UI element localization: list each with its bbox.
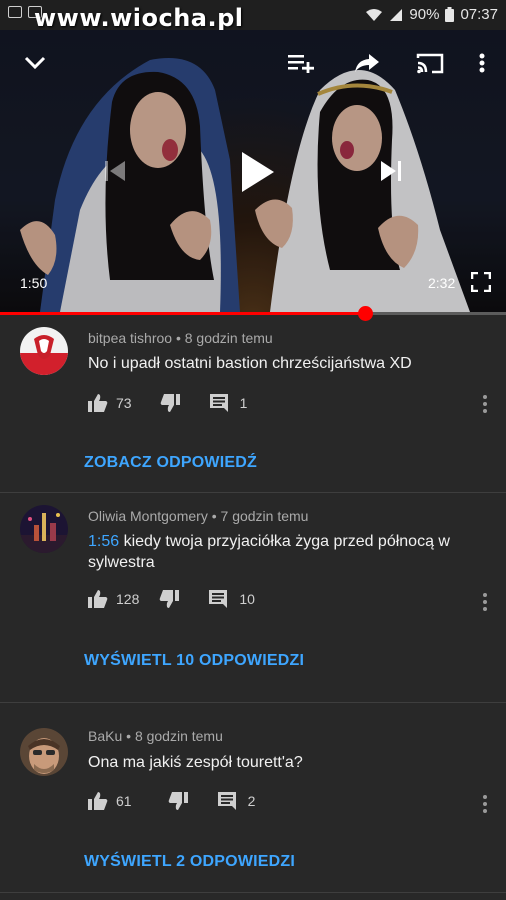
reply-button[interactable]: 1 (209, 394, 248, 412)
comment-meta: BaKu • 8 godzin temu (88, 728, 223, 744)
dislike-icon (168, 792, 188, 810)
comment-age: 8 godzin temu (184, 330, 273, 346)
comment-actions: 73 1 (88, 391, 247, 415)
like-icon (88, 590, 108, 608)
reply-icon (217, 792, 236, 810)
like-icon (88, 394, 108, 412)
view-replies-link[interactable]: ZOBACZ ODPOWIEDŹ (84, 454, 257, 472)
avatar[interactable] (20, 728, 68, 776)
minimize-button[interactable] (20, 48, 50, 78)
wifi-icon (366, 8, 383, 21)
status-right: 90% 07:37 (365, 6, 498, 23)
avatar[interactable] (20, 505, 68, 553)
comment-text: Ona ma jakiś zespół tourett'a? (88, 752, 468, 773)
next-icon (381, 161, 401, 181)
watermark: www.wiocha.pl (34, 4, 244, 32)
view-replies-link[interactable]: WYŚWIETL 2 ODPOWIEDZI (84, 853, 295, 871)
dislike-button[interactable] (160, 394, 180, 412)
avatar[interactable] (20, 327, 68, 375)
comment-more-button[interactable] (482, 795, 488, 813)
battery-icon (445, 7, 455, 22)
add-to-queue-button[interactable] (284, 48, 318, 78)
like-button[interactable]: 128 (88, 590, 139, 608)
reply-button[interactable]: 2 (217, 792, 256, 810)
more-vert-icon (483, 395, 487, 399)
dislike-button[interactable] (168, 792, 188, 810)
comment-more-button[interactable] (482, 593, 488, 611)
reply-count: 1 (239, 395, 248, 411)
timestamp-link[interactable]: 1:56 (88, 533, 119, 550)
comment-body: No i upadł ostatni bastion chrześcijańst… (88, 355, 412, 372)
like-count: 73 (116, 395, 132, 411)
share-button[interactable] (350, 48, 384, 78)
previous-icon (105, 161, 125, 181)
comment-body: Ona ma jakiś zespół tourett'a? (88, 754, 303, 771)
battery-percent: 90% (409, 6, 440, 23)
reply-count: 10 (239, 591, 255, 607)
fullscreen-button[interactable] (470, 270, 492, 294)
more-vert-icon (479, 53, 485, 73)
fullscreen-icon (471, 272, 491, 292)
previous-button[interactable] (100, 156, 130, 186)
clock: 07:37 (460, 6, 498, 23)
comment-age: 7 godzin temu (220, 508, 309, 524)
comments-list: bitpea tishroo • 8 godzin temu No i upad… (0, 315, 506, 703)
reply-icon (209, 590, 228, 608)
reply-count: 2 (247, 793, 256, 809)
comment-body: kiedy twoja przyjaciółka żyga przed półn… (88, 533, 450, 571)
status-bar: www.wiocha.pl 90% 07:37 (0, 0, 506, 32)
cast-button[interactable] (412, 48, 448, 78)
like-count: 128 (116, 591, 140, 607)
comment-meta: bitpea tishroo • 8 godzin temu (88, 330, 273, 346)
avatar-image (20, 505, 68, 553)
comment-text: No i upadł ostatni bastion chrześcijańst… (88, 353, 468, 374)
next-button[interactable] (376, 156, 406, 186)
view-replies-link[interactable]: WYŚWIETL 10 ODPOWIEDZI (84, 652, 304, 670)
like-icon (88, 792, 108, 810)
comment-item: bitpea tishroo • 8 godzin temu No i upad… (0, 315, 506, 493)
comment-actions: 61 2 (88, 789, 255, 813)
player-more-button[interactable] (472, 48, 492, 78)
like-button[interactable]: 73 (88, 394, 132, 412)
video-player[interactable]: 1:50 2:32 (0, 30, 506, 312)
like-button[interactable]: 61 (88, 792, 132, 810)
comment-more-button[interactable] (482, 395, 488, 413)
comment-actions: 128 10 (88, 587, 255, 611)
add-to-queue-icon (288, 55, 314, 73)
reply-button[interactable]: 10 (209, 590, 255, 608)
avatar-image (20, 728, 68, 776)
comment-age: 8 godzin temu (134, 728, 223, 744)
signal-icon (390, 8, 403, 21)
image-notification-icon (8, 6, 22, 18)
dislike-button[interactable] (159, 590, 180, 608)
comment-item: BaKu • 8 godzin temu Ona ma jakiś zespół… (0, 703, 506, 893)
more-vert-icon (483, 795, 487, 799)
comment-author[interactable]: Oliwia Montgomery (88, 508, 208, 524)
share-icon (355, 54, 379, 72)
duration: 2:32 (428, 275, 456, 291)
dislike-icon (160, 590, 180, 608)
avatar-image (20, 327, 68, 375)
reply-icon (209, 394, 228, 412)
comment-item: Oliwia Montgomery • 7 godzin temu 1:56 k… (0, 493, 506, 703)
dislike-icon (160, 394, 180, 412)
comment-author[interactable]: BaKu (88, 728, 122, 744)
cast-icon (416, 53, 444, 74)
comment-author[interactable]: bitpea tishroo (88, 330, 172, 346)
play-button[interactable] (232, 148, 282, 196)
more-vert-icon (483, 593, 487, 597)
comment-meta: Oliwia Montgomery • 7 godzin temu (88, 508, 309, 524)
like-count: 61 (116, 793, 132, 809)
current-time: 1:50 (20, 275, 48, 291)
comment-text: 1:56 kiedy twoja przyjaciółka żyga przed… (88, 531, 468, 573)
play-icon (242, 152, 274, 192)
minimize-chevron-icon (24, 56, 46, 70)
